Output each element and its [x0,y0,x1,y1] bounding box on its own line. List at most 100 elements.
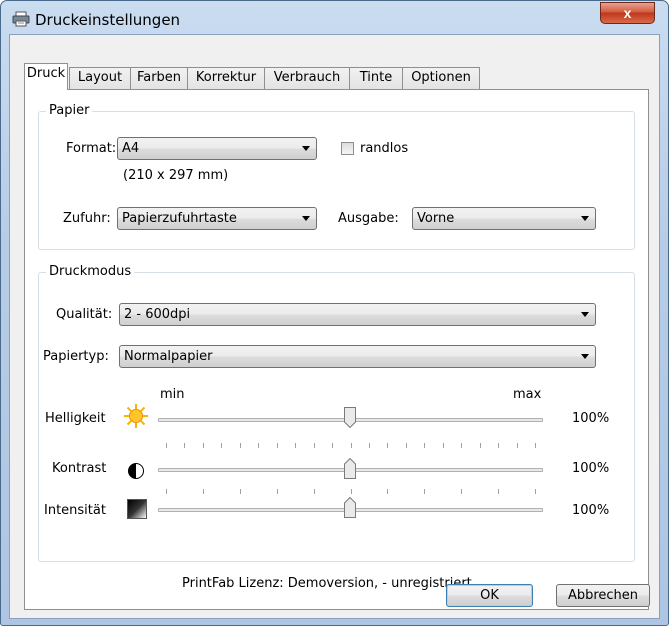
dialog-client-area: Druck Layout Farben Korrektur Verbrauch … [9,34,660,619]
slider-tick [221,443,222,448]
quality-select[interactable]: 2 - 600dpi [119,303,596,326]
slider-tick [517,443,518,448]
slider-tick [387,489,388,494]
printer-icon [12,11,30,27]
slider-tick [203,489,204,494]
intensity-slider-thumb[interactable] [344,496,356,518]
paper-type-select[interactable]: Normalpapier [119,345,596,368]
license-text: PrintFab Lizenz: Demoversion, - unregist… [182,576,472,591]
ok-button[interactable]: OK [446,584,533,607]
contrast-label: Kontrast [52,461,107,476]
brightness-label: Helligkeit [45,411,106,426]
chevron-down-icon [581,312,589,317]
slider-tick [351,443,352,448]
intensity-gradient-icon [127,499,147,519]
slider-tick [332,443,333,448]
slider-tick [240,489,241,494]
quality-value: 2 - 600dpi [124,307,191,322]
brightness-slider-thumb[interactable] [344,407,356,429]
ok-button-label: OK [480,588,499,603]
format-label: Format: [66,141,117,156]
cancel-button-label: Abbrechen [567,588,639,603]
tab-label: Korrektur [195,70,257,85]
intensity-tick-marks [158,489,543,495]
output-value: Vorne [417,211,455,226]
scale-min-label: min [160,387,185,402]
contrast-slider-thumb[interactable] [344,457,356,479]
slider-tick [424,443,425,448]
borderless-checkbox[interactable] [341,142,354,155]
tab-panel-druck: Papier Format: A4 (210 x 297 mm) randlos… [24,89,649,610]
chevron-down-icon [302,146,310,151]
slider-tick [461,489,462,494]
output-label: Ausgabe: [338,211,399,226]
tab-korrektur[interactable]: Korrektur [187,67,265,89]
slider-tick [443,443,444,448]
close-button[interactable]: x [600,2,655,24]
slider-tick [295,443,296,448]
slider-tick [351,489,352,494]
chevron-down-icon [581,216,589,221]
intensity-label: Intensität [44,503,106,518]
slider-tick [203,443,204,448]
slider-tick [406,443,407,448]
slider-tick [314,443,315,448]
paper-type-label: Papiertyp: [43,349,109,364]
tab-label: Farben [136,70,182,85]
slider-tick [166,489,167,494]
tab-tinte[interactable]: Tinte [349,67,403,89]
tab-label: Verbrauch [273,70,341,85]
slider-tick [387,443,388,448]
slider-tick [277,489,278,494]
title-bar[interactable]: Druckeinstellungen x [1,1,668,35]
slider-tick [166,443,167,448]
slider-tick [498,489,499,494]
intensity-value: 100% [572,503,610,518]
tab-druck[interactable]: Druck [24,63,68,90]
output-select[interactable]: Vorne [412,207,596,230]
paper-group: Papier Format: A4 (210 x 297 mm) randlos… [38,103,635,250]
slider-tick [535,489,536,494]
tab-farben[interactable]: Farben [130,67,188,89]
slider-tick [314,489,315,494]
contrast-tick-marks [158,443,543,449]
cancel-button[interactable]: Abbrechen [556,584,650,607]
close-icon: x [623,5,632,21]
chevron-down-icon [581,354,589,359]
tab-layout[interactable]: Layout [69,67,131,89]
brightness-value: 100% [572,411,610,426]
tab-label: Tinte [359,70,393,85]
print-mode-group-label: Druckmodus [46,264,135,279]
slider-tick [424,489,425,494]
scale-max-label: max [513,387,542,402]
contrast-icon [127,462,145,480]
feed-value: Papierzufuhrtaste [122,211,237,226]
quality-label: Qualität: [56,307,113,322]
sun-icon [123,403,149,429]
tab-verbrauch[interactable]: Verbrauch [264,67,350,89]
feed-label: Zufuhr: [63,211,111,226]
borderless-label: randlos [360,141,409,156]
tab-optionen[interactable]: Optionen [402,67,480,89]
window-title: Druckeinstellungen [35,11,181,29]
paper-group-label: Papier [46,103,93,118]
slider-tick [461,443,462,448]
paper-type-value: Normalpapier [124,349,213,364]
slider-tick [277,443,278,448]
print-settings-window: Druckeinstellungen x Druck Layout Farben… [0,0,669,626]
format-value: A4 [122,141,140,156]
contrast-value: 100% [572,461,610,476]
slider-tick [535,443,536,448]
tab-label: Optionen [411,70,471,85]
slider-tick [480,443,481,448]
format-select[interactable]: A4 [117,137,317,160]
chevron-down-icon [302,216,310,221]
slider-tick [240,443,241,448]
slider-tick [369,443,370,448]
feed-select[interactable]: Papierzufuhrtaste [117,207,317,230]
slider-tick [258,443,259,448]
slider-tick [498,443,499,448]
format-size-text: (210 x 297 mm) [123,168,229,183]
slider-tick [184,443,185,448]
print-mode-group: Druckmodus Qualität: 2 - 600dpi Papierty… [38,264,635,562]
